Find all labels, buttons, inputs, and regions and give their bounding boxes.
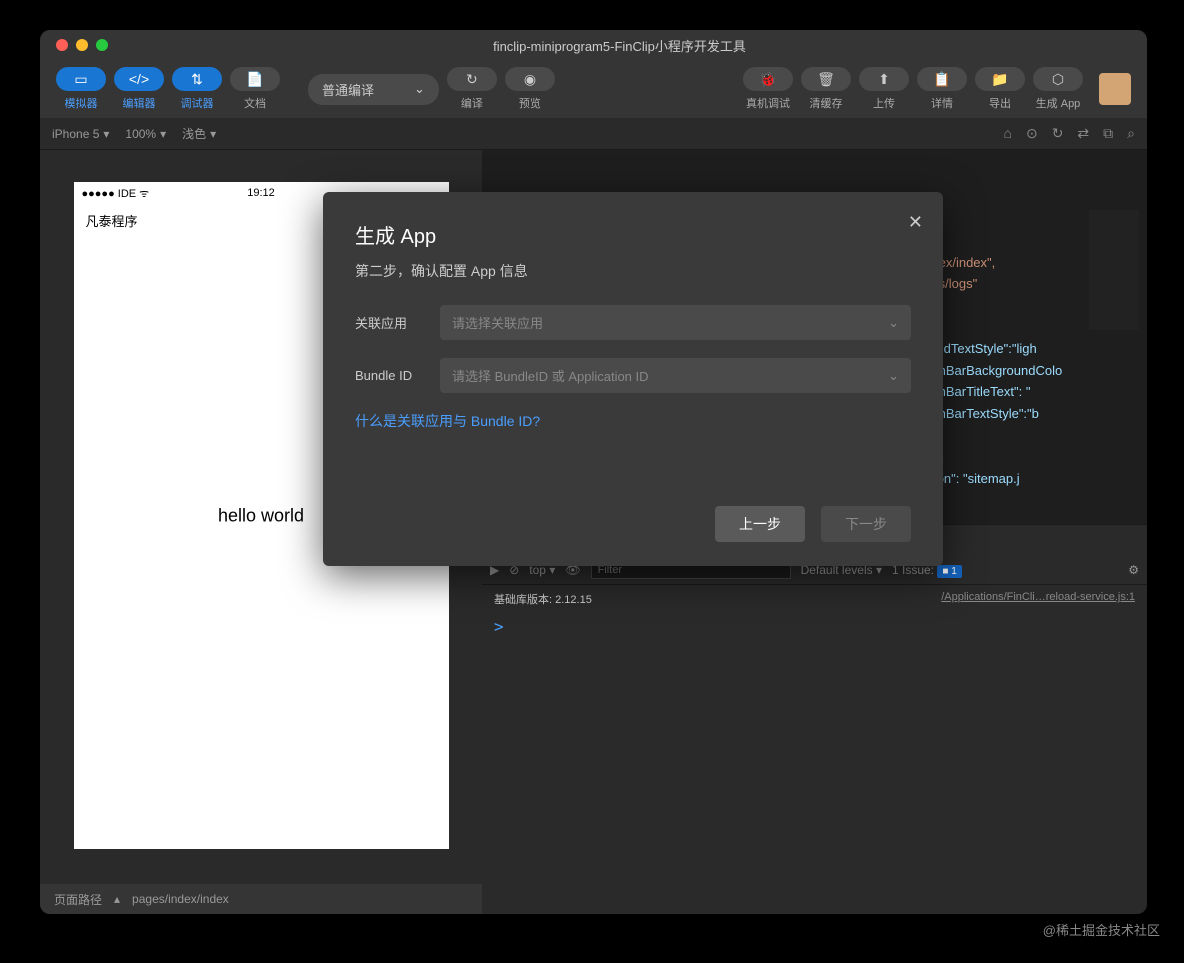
simulator-button[interactable]: ▭模拟器 (56, 67, 106, 111)
status-time: 19:12 (247, 187, 275, 199)
search-icon[interactable]: ⌕ (1127, 125, 1135, 142)
log-message: 基础库版本: 2.12.15 (494, 591, 592, 607)
modal-subtitle: 第二步，确认配置 App 信息 (355, 261, 911, 281)
titlebar: finclip-miniprogram5-FinClip小程序开发工具 (40, 30, 1147, 60)
zoom-select[interactable]: 100% ▾ (125, 127, 166, 141)
upload-button[interactable]: ⬆上传 (859, 67, 909, 111)
preview-button[interactable]: ◉预览 (505, 67, 555, 111)
home-icon[interactable]: ⌂ (1003, 125, 1011, 142)
minimap[interactable] (1089, 210, 1139, 330)
page-path-value: pages/index/index (132, 892, 229, 906)
modal-close-icon[interactable]: ✕ (908, 212, 923, 233)
remote-debug-button[interactable]: 🐞真机调试 (743, 67, 793, 111)
location-icon[interactable]: ⊙ (1026, 125, 1038, 142)
copy-icon[interactable]: ⧉ (1103, 125, 1113, 142)
debugger-button[interactable]: ⇅调试器 (172, 67, 222, 111)
app-window: finclip-miniprogram5-FinClip小程序开发工具 ▭模拟器… (40, 30, 1147, 914)
gear-icon[interactable]: ⚙ (1128, 563, 1139, 577)
page-path-label: 页面路径 (54, 891, 102, 908)
main-toolbar: ▭模拟器 </>编辑器 ⇅调试器 📄文档 普通编译⌄ ↻编译 ◉预览 🐞真机调试… (40, 60, 1147, 118)
gen-app-button[interactable]: ⬡生成 App (1033, 67, 1083, 111)
traffic-lights (56, 39, 108, 51)
chevron-down-icon: ⌄ (414, 81, 425, 97)
compile-button[interactable]: ↻编译 (447, 67, 497, 111)
user-avatar[interactable] (1099, 73, 1131, 105)
swap-icon[interactable]: ⇄ (1077, 125, 1089, 142)
minimize-window-icon[interactable] (76, 39, 88, 51)
details-button[interactable]: 📋详情 (917, 67, 967, 111)
bundle-id-label: Bundle ID (355, 368, 440, 383)
modal-title: 生成 App (355, 220, 911, 249)
devtools-panel: ⯐ 视图 日志 网络 存储 编译日志 Mock ▶ ⊘ top ▾ 👁 Defa… (482, 524, 1147, 914)
editor-button[interactable]: </>编辑器 (114, 67, 164, 111)
console-prompt[interactable]: > (482, 613, 1147, 640)
chevron-up-icon[interactable]: ▴ (114, 892, 120, 906)
compile-mode-select[interactable]: 普通编译⌄ (308, 74, 439, 105)
chevron-down-icon: ⌄ (888, 315, 899, 331)
phone-content: hello world (218, 505, 304, 526)
maximize-window-icon[interactable] (96, 39, 108, 51)
close-window-icon[interactable] (56, 39, 68, 51)
refresh-icon[interactable]: ↻ (1052, 125, 1064, 142)
clear-cache-button[interactable]: 🗑清缓存 (801, 67, 851, 111)
watermark: @稀土掘金技术社区 (1043, 920, 1160, 939)
related-app-label: 关联应用 (355, 313, 440, 332)
second-toolbar: iPhone 5 ▾ 100% ▾ 浅色 ▾ ⌂ ⊙ ↻ ⇄ ⧉ ⌕ (40, 118, 1147, 150)
device-select[interactable]: iPhone 5 ▾ (52, 127, 109, 141)
help-link[interactable]: 什么是关联应用与 Bundle ID? (355, 411, 911, 431)
related-app-select[interactable]: 请选择关联应用⌄ (440, 305, 911, 340)
docs-button[interactable]: 📄文档 (230, 67, 280, 111)
window-title: finclip-miniprogram5-FinClip小程序开发工具 (108, 36, 1131, 55)
simulator-bottombar: 页面路径 ▴ pages/index/index (40, 884, 482, 914)
bundle-id-select[interactable]: 请选择 BundleID 或 Application ID⌄ (440, 358, 911, 393)
export-button[interactable]: 📁导出 (975, 67, 1025, 111)
prev-button[interactable]: 上一步 (715, 506, 805, 542)
log-source[interactable]: /Applications/FinCli…reload-service.js:1 (941, 591, 1135, 607)
chevron-down-icon: ⌄ (888, 368, 899, 384)
next-button[interactable]: 下一步 (821, 506, 911, 542)
console-log-row: 基础库版本: 2.12.15 /Applications/FinCli…relo… (482, 585, 1147, 613)
theme-select[interactable]: 浅色 ▾ (182, 125, 216, 142)
gen-app-modal: 生成 App ✕ 第二步，确认配置 App 信息 关联应用 请选择关联应用⌄ B… (323, 192, 943, 566)
